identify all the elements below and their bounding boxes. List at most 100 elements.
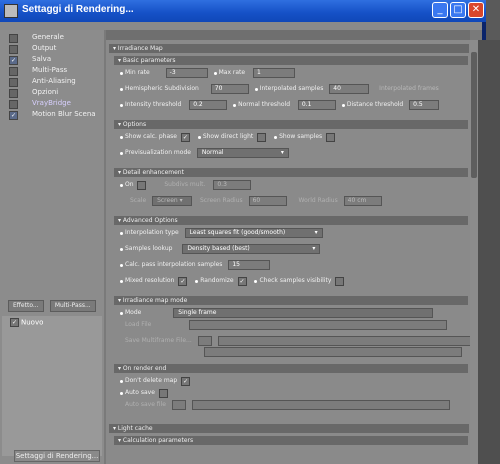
- mode-dropdown[interactable]: Single frame: [173, 308, 434, 318]
- nav-item-vraybridge[interactable]: VrayBridge: [2, 98, 102, 109]
- lookup-value: Density based (best): [187, 245, 250, 252]
- render-settings-tab[interactable]: Settaggi di Rendering...: [14, 450, 100, 462]
- section-title: On render end: [122, 365, 167, 372]
- nav-checkbox[interactable]: [9, 67, 18, 76]
- bullet-icon: [120, 135, 123, 139]
- background-area-top: [486, 0, 500, 40]
- max-rate-label: Max rate: [218, 69, 246, 76]
- on-checkbox[interactable]: [137, 180, 147, 190]
- mode-label: Mode: [125, 309, 142, 316]
- interp-type-label: Interpolation type: [125, 229, 179, 236]
- show-samples-checkbox[interactable]: [326, 132, 336, 142]
- list-item[interactable]: ✓ Nuovo: [8, 318, 43, 327]
- auto-save-file-field[interactable]: [191, 400, 450, 410]
- nav-item-salva[interactable]: ✓ Salva: [2, 54, 102, 65]
- show-calc-checkbox[interactable]: ✓: [180, 132, 190, 142]
- nav-checkbox[interactable]: ✓: [9, 56, 18, 65]
- nav-checkbox[interactable]: ✓: [9, 111, 18, 120]
- scale-dropdown[interactable]: Screen ▾: [152, 196, 193, 206]
- auto-save-file-toggle[interactable]: [171, 400, 186, 410]
- section-options[interactable]: ▾ Options: [114, 120, 468, 129]
- nav-item-antialiasing[interactable]: Anti-Aliasing: [2, 76, 102, 87]
- load-file-field[interactable]: [189, 320, 448, 330]
- min-rate-field[interactable]: -3: [165, 68, 208, 78]
- dont-delete-checkbox[interactable]: ✓: [181, 376, 191, 386]
- section-title: Advanced Options: [122, 217, 178, 224]
- section-irradiance-mode[interactable]: ▾ Irradiance map mode: [114, 296, 468, 305]
- save-multi-toggle[interactable]: [197, 336, 212, 346]
- item-checkbox[interactable]: ✓: [10, 318, 19, 327]
- show-direct-checkbox[interactable]: [257, 132, 267, 142]
- nav-checkbox[interactable]: [9, 34, 18, 43]
- check-vis-checkbox[interactable]: [335, 276, 345, 286]
- close-button[interactable]: ✕: [468, 2, 484, 18]
- dont-delete-label: Don't delete map: [125, 377, 178, 384]
- auto-save-file-row: Auto save file: [120, 400, 450, 410]
- bullet-icon: [254, 87, 258, 91]
- section-irradiance-map[interactable]: ▾ Irradiance Map: [109, 44, 469, 53]
- section-light-cache[interactable]: ▾ Light cache: [109, 424, 469, 433]
- scrollbar-thumb[interactable]: [471, 52, 477, 178]
- section-advanced-options[interactable]: ▾ Advanced Options: [114, 216, 468, 225]
- nav-item-opzioni[interactable]: Opzioni: [2, 87, 102, 98]
- maximize-button[interactable]: □: [450, 2, 466, 18]
- settings-panel: ▾ Irradiance Map ▾ Basic parameters Min …: [106, 40, 470, 464]
- title-bar[interactable]: Settaggi di Rendering... _ □ ✕: [0, 0, 486, 22]
- left-buttons: Effetto... Multi-Pass...: [8, 300, 100, 312]
- previs-dropdown[interactable]: Normal ▾: [196, 148, 289, 158]
- auto-save-checkbox[interactable]: [158, 388, 168, 398]
- save-multi-row-2: [120, 347, 462, 357]
- calc-pass-field[interactable]: 15: [228, 260, 271, 270]
- screen-radius-field[interactable]: 60: [248, 196, 287, 206]
- hemispheric-label: Hemispheric Subdivision: [125, 85, 199, 92]
- interp-type-value: Least squares fit (good/smooth): [189, 229, 286, 236]
- randomize-checkbox[interactable]: ✓: [237, 276, 247, 286]
- nav-checkbox[interactable]: [9, 45, 18, 54]
- section-basic-parameters[interactable]: ▾ Basic parameters: [114, 56, 468, 65]
- save-multi-field[interactable]: [217, 336, 470, 346]
- section-calc-parameters[interactable]: ▾ Calculation parameters: [114, 436, 468, 445]
- menu-bar: [0, 22, 482, 30]
- nav-label: Opzioni: [32, 88, 59, 96]
- multipass-button[interactable]: Multi-Pass...: [49, 300, 96, 312]
- hemispheric-field[interactable]: 70: [210, 84, 249, 94]
- chevron-down-icon: ▾: [179, 197, 183, 204]
- section-detail-enhancement[interactable]: ▾ Detail enhancement: [114, 168, 468, 177]
- mixed-label: Mixed resolution: [125, 277, 175, 284]
- scale-label: Scale: [130, 197, 147, 204]
- dont-delete-row: Don't delete map ✓: [120, 376, 192, 386]
- nav-checkbox[interactable]: [9, 100, 18, 109]
- interp-type-dropdown[interactable]: Least squares fit (good/smooth) ▾: [184, 228, 323, 238]
- nav-checkbox[interactable]: [9, 78, 18, 87]
- lookup-dropdown[interactable]: Density based (best) ▾: [182, 244, 321, 254]
- world-radius-field[interactable]: 40 cm: [343, 196, 382, 206]
- vertical-scrollbar[interactable]: [470, 40, 478, 464]
- left-panel: Generale Output ✓ Salva Multi-Pass Anti-A…: [0, 30, 104, 464]
- normal-field[interactable]: 0.1: [297, 100, 336, 110]
- effect-button[interactable]: Effetto...: [8, 300, 44, 312]
- nav-item-motion-blur[interactable]: ✓ Motion Blur Scena: [2, 109, 102, 120]
- interp-type-row: Interpolation type Least squares fit (go…: [120, 228, 323, 238]
- mode-row: Mode Single frame: [120, 308, 434, 318]
- mode-value: Single frame: [178, 309, 217, 316]
- nav-item-multipass[interactable]: Multi-Pass: [2, 65, 102, 76]
- section-title: Detail enhancement: [122, 169, 184, 176]
- minimize-button[interactable]: _: [432, 2, 448, 18]
- section-title: Options: [122, 121, 147, 128]
- nav-item-output[interactable]: Output: [2, 43, 102, 54]
- save-multi-field-2[interactable]: [204, 347, 462, 357]
- section-on-render-end[interactable]: ▾ On render end: [114, 364, 468, 373]
- interpolated-field[interactable]: 40: [329, 84, 370, 94]
- distance-field[interactable]: 0.5: [409, 100, 440, 110]
- randomize-label: Randomize: [200, 277, 234, 284]
- world-radius-label: World Radius: [298, 197, 338, 204]
- subdivs-field[interactable]: 0.3: [213, 180, 252, 190]
- effects-list: ✓ Nuovo: [2, 316, 102, 456]
- intensity-field[interactable]: 0.2: [189, 100, 228, 110]
- screen-radius-label: Screen Radius: [200, 197, 243, 204]
- mixed-checkbox[interactable]: ✓: [178, 276, 188, 286]
- max-rate-field[interactable]: 1: [253, 68, 296, 78]
- nav-item-generale[interactable]: Generale: [2, 32, 102, 43]
- bullet-icon: [120, 183, 123, 187]
- nav-checkbox[interactable]: [9, 89, 18, 98]
